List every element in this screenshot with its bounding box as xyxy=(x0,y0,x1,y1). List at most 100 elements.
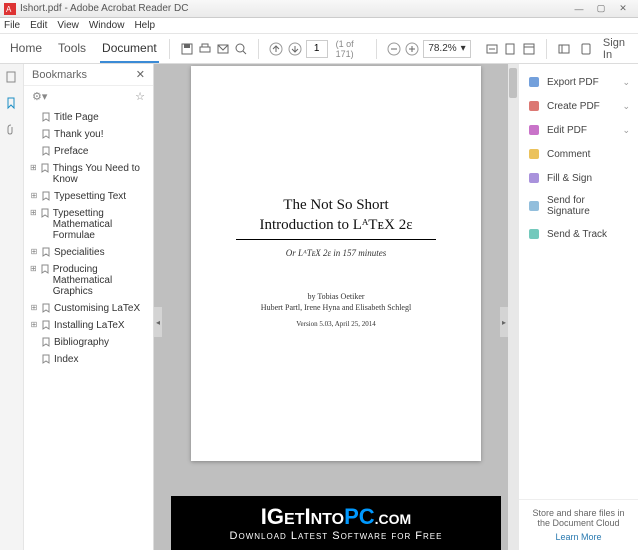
menubar: File Edit View Window Help xyxy=(0,18,638,34)
bookmark-label: Bibliography xyxy=(54,337,109,348)
tablet-icon[interactable] xyxy=(579,40,593,58)
chevron-down-icon: ⌄ xyxy=(622,77,630,88)
rightpanel-item[interactable]: Send & Track xyxy=(519,222,638,246)
page-number-input[interactable] xyxy=(306,40,328,58)
signin-link[interactable]: Sign In xyxy=(603,37,630,61)
bookmark-item[interactable]: ⊞ Typesetting Mathematical Formulae xyxy=(24,205,153,244)
rightpanel-label: Edit PDF xyxy=(547,125,587,136)
expand-icon[interactable]: ⊞ xyxy=(30,247,38,256)
page-down-icon[interactable] xyxy=(287,40,301,58)
bookmark-item[interactable]: ⊞ Producing Mathematical Graphics xyxy=(24,261,153,300)
bookmark-item-icon xyxy=(41,320,51,330)
tool-icon xyxy=(527,199,541,213)
expand-icon[interactable]: ⊞ xyxy=(30,320,38,329)
rightpanel-item[interactable]: Edit PDF ⌄ xyxy=(519,118,638,142)
bookmark-item[interactable]: ⊞ Things You Need to Know xyxy=(24,160,153,188)
print-icon[interactable] xyxy=(198,40,212,58)
rightpanel-item[interactable]: Create PDF ⌄ xyxy=(519,94,638,118)
collapse-right-icon[interactable]: ▸ xyxy=(500,307,508,337)
search-icon[interactable] xyxy=(234,40,248,58)
doc-contributors: Hubert Partl, Irene Hyna and Elisabeth S… xyxy=(219,303,453,312)
rightpanel-item[interactable]: Send for Signature xyxy=(519,190,638,222)
banner-subtitle: Download Latest Software for Free xyxy=(230,530,443,542)
nav-document[interactable]: Document xyxy=(100,35,159,63)
rightpanel-footer: Store and share files in the Document Cl… xyxy=(519,499,638,550)
new-bookmark-icon[interactable]: ☆ xyxy=(135,90,145,103)
menu-window[interactable]: Window xyxy=(89,20,125,31)
bookmark-item[interactable]: Preface xyxy=(24,143,153,160)
minimize-button[interactable]: — xyxy=(568,2,590,16)
bookmark-item-icon xyxy=(41,112,51,122)
expand-icon[interactable]: ⊞ xyxy=(30,303,38,312)
view-mode-icon[interactable] xyxy=(556,40,570,58)
bookmarks-options-icon[interactable]: ⚙▾ xyxy=(32,90,47,103)
scrollbar[interactable] xyxy=(508,64,518,550)
menu-help[interactable]: Help xyxy=(134,20,155,31)
bookmarks-tools: ⚙▾ ☆ xyxy=(24,86,153,107)
fit-width-icon[interactable] xyxy=(485,40,499,58)
doc-author: by Tobias Oetiker xyxy=(219,292,453,301)
scrollbar-thumb[interactable] xyxy=(509,68,517,98)
expand-icon[interactable]: ⊞ xyxy=(30,191,38,200)
bookmark-item[interactable]: ⊞ Installing LaTeX xyxy=(24,317,153,334)
rightpanel-item[interactable]: Fill & Sign xyxy=(519,166,638,190)
tool-icon xyxy=(527,123,541,137)
bookmark-icon[interactable] xyxy=(4,96,20,112)
bookmark-item[interactable]: ⊞ Typesetting Text xyxy=(24,188,153,205)
bookmark-label: Typesetting Mathematical Formulae xyxy=(53,208,149,241)
learn-more-link[interactable]: Learn More xyxy=(527,532,630,542)
page-total: (1 of 171) xyxy=(336,39,366,59)
tool-icon xyxy=(527,171,541,185)
chevron-down-icon: ▾ xyxy=(461,43,466,54)
close-button[interactable]: ✕ xyxy=(612,2,634,16)
bookmark-item[interactable]: ⊞ Customising LaTeX xyxy=(24,300,153,317)
menu-edit[interactable]: Edit xyxy=(30,20,47,31)
rightpanel-label: Send for Signature xyxy=(547,195,630,217)
bookmark-item[interactable]: Title Page xyxy=(24,109,153,126)
zoom-in-icon[interactable] xyxy=(405,40,419,58)
menu-view[interactable]: View xyxy=(57,20,79,31)
chevron-down-icon: ⌄ xyxy=(622,101,630,112)
topbar: Home Tools Document (1 of 171) 78.2% ▾ S… xyxy=(0,34,638,64)
bookmark-item[interactable]: ⊞ Specialities xyxy=(24,244,153,261)
reading-mode-icon[interactable] xyxy=(521,40,535,58)
bookmark-item-icon xyxy=(41,129,51,139)
save-icon[interactable] xyxy=(180,40,194,58)
zoom-select[interactable]: 78.2% ▾ xyxy=(423,40,470,58)
attachment-icon[interactable] xyxy=(4,122,20,138)
expand-icon[interactable]: ⊞ xyxy=(30,208,37,217)
email-icon[interactable] xyxy=(216,40,230,58)
fit-page-icon[interactable] xyxy=(503,40,517,58)
close-panel-icon[interactable]: ✕ xyxy=(136,68,145,81)
bookmark-item-icon xyxy=(40,163,50,173)
document-area: ◂ The Not So Short Introduction to LᴬTᴇX… xyxy=(154,64,518,550)
bookmark-label: Title Page xyxy=(54,112,99,123)
rightpanel-item[interactable]: Export PDF ⌄ xyxy=(519,70,638,94)
bookmark-label: Index xyxy=(54,354,78,365)
menu-file[interactable]: File xyxy=(4,20,20,31)
bookmark-item-icon xyxy=(40,264,50,274)
bookmark-item[interactable]: Index xyxy=(24,351,153,368)
tool-icon xyxy=(527,227,541,241)
expand-icon[interactable]: ⊞ xyxy=(30,163,37,172)
bookmark-label: Typesetting Text xyxy=(54,191,126,202)
bookmark-item[interactable]: Thank you! xyxy=(24,126,153,143)
rightpanel-item[interactable]: Comment xyxy=(519,142,638,166)
zoom-out-icon[interactable] xyxy=(387,40,401,58)
titlebar: A Ishort.pdf - Adobe Acrobat Reader DC —… xyxy=(0,0,638,18)
thumbnails-icon[interactable] xyxy=(4,70,20,86)
tool-icon xyxy=(527,99,541,113)
page-up-icon[interactable] xyxy=(269,40,283,58)
maximize-button[interactable]: ▢ xyxy=(590,2,612,16)
zoom-value: 78.2% xyxy=(428,43,456,54)
expand-icon[interactable]: ⊞ xyxy=(30,264,37,273)
svg-text:A: A xyxy=(6,5,12,14)
nav-tools[interactable]: Tools xyxy=(56,35,88,63)
bookmark-item[interactable]: Bibliography xyxy=(24,334,153,351)
bookmark-label: Thank you! xyxy=(54,129,103,140)
doc-subtitle: Or LᴬTᴇX 2ε in 157 minutes xyxy=(219,248,453,258)
left-nav-strip xyxy=(0,64,24,550)
collapse-left-icon[interactable]: ◂ xyxy=(154,307,162,337)
bookmarks-list: Title Page Thank you! Preface⊞ Things Yo… xyxy=(24,107,153,550)
nav-home[interactable]: Home xyxy=(8,35,44,63)
